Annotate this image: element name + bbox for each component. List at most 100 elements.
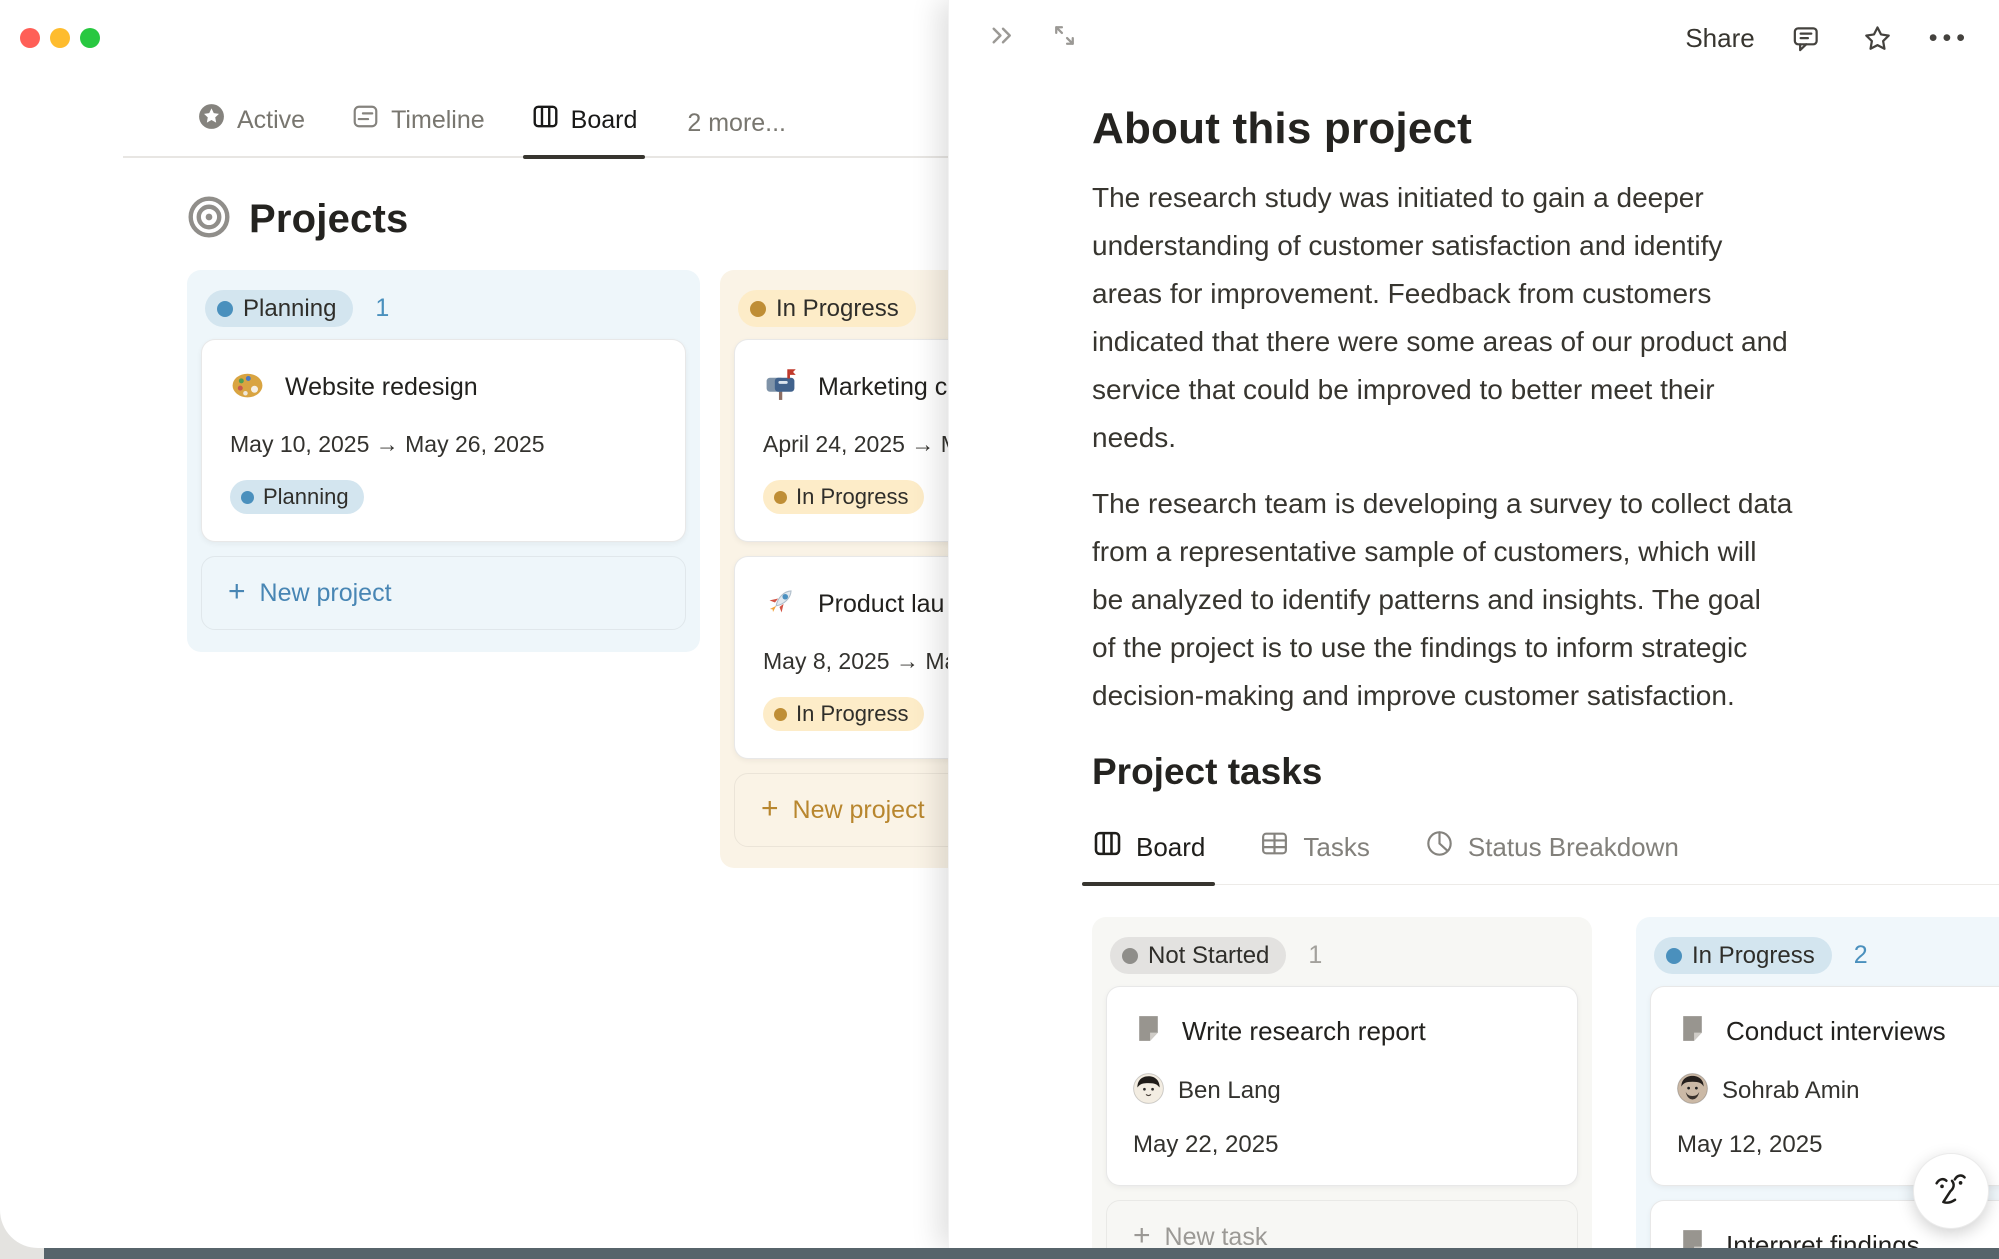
star-circle-icon: [197, 102, 226, 138]
assignee-name: Ben Lang: [1178, 1077, 1281, 1105]
fullscreen-button[interactable]: [80, 28, 100, 48]
tag-label: In Progress: [796, 701, 909, 727]
page-header: Projects: [186, 194, 408, 245]
new-task-label: New task: [1165, 1223, 1268, 1249]
pie-chart-icon: [1424, 828, 1455, 866]
plus-icon: +: [761, 794, 779, 824]
status-dot: [774, 708, 787, 721]
card-title: Website redesign: [285, 373, 478, 402]
favorite-star-icon[interactable]: [1857, 17, 1899, 59]
more-options-icon[interactable]: •••: [1929, 26, 1970, 51]
card-status-tag: In Progress: [763, 697, 924, 731]
tasks-board: Not Started 1 Write research report Ben …: [1092, 917, 1999, 1248]
target-icon: [186, 194, 232, 245]
new-project-label: New project: [793, 796, 925, 825]
tab-label: Timeline: [391, 106, 485, 135]
share-button[interactable]: Share: [1685, 23, 1754, 54]
card-title: Conduct interviews: [1726, 1016, 1946, 1047]
tasks-tab-board[interactable]: Board: [1092, 828, 1205, 884]
status-pill-not-started[interactable]: Not Started: [1110, 937, 1286, 974]
board-column-planning: Planning 1 Website redesign May 10, 2025…: [187, 270, 700, 652]
close-button[interactable]: [20, 28, 40, 48]
tab-more-views[interactable]: 2 more...: [683, 109, 786, 156]
tab-label: Active: [237, 106, 305, 135]
new-project-label: New project: [260, 579, 392, 608]
notion-window: Active Timeline Board 2 more... Projects…: [0, 0, 1999, 1248]
rocket-icon: [763, 584, 798, 624]
tab-label: Board: [1136, 832, 1205, 863]
tasks-tab-tasks[interactable]: Tasks: [1259, 828, 1369, 884]
tag-label: In Progress: [796, 484, 909, 510]
card-status-tag: Planning: [230, 480, 364, 514]
status-label: In Progress: [1692, 942, 1815, 970]
view-tabs-bar: Active Timeline Board 2 more...: [123, 102, 948, 158]
column-count: 1: [375, 294, 389, 323]
plus-icon: +: [228, 577, 246, 607]
tab-label: Tasks: [1303, 832, 1369, 863]
timeline-icon: [351, 102, 380, 138]
side-peek-panel: Share ••• About this project The researc…: [948, 0, 1999, 1248]
notion-ai-button[interactable]: [1913, 1153, 1989, 1229]
status-dot: [1666, 948, 1682, 964]
tasks-view-tabs: Board Tasks Status Breakdown: [1092, 828, 1999, 885]
avatar-ben-lang: [1133, 1073, 1164, 1109]
card-status-tag: In Progress: [763, 480, 924, 514]
page-icon: [1677, 1013, 1708, 1049]
tab-label: Board: [571, 106, 638, 135]
window-controls: [20, 28, 100, 48]
ai-face-icon: [1929, 1167, 1973, 1216]
panel-content: About this project The research study wa…: [949, 76, 1999, 1248]
page-icon: [1133, 1013, 1164, 1049]
new-project-button[interactable]: + New project: [201, 556, 686, 630]
board-icon: [531, 102, 560, 138]
tab-label: Status Breakdown: [1468, 832, 1679, 863]
column-count: 1: [1308, 941, 1322, 970]
status-dot: [750, 301, 766, 317]
board-icon: [1092, 828, 1123, 866]
card-date-range: May 10, 2025 → May 26, 2025: [230, 431, 657, 458]
new-task-button[interactable]: + New task: [1106, 1200, 1578, 1248]
status-dot: [774, 491, 787, 504]
task-card-write-research-report[interactable]: Write research report Ben Lang May 22, 2…: [1106, 986, 1578, 1186]
status-pill-in-progress[interactable]: In Progress: [1654, 937, 1832, 974]
page-title: Projects: [249, 197, 408, 242]
expand-page-icon[interactable]: [1043, 14, 1085, 56]
collapse-panel-icon[interactable]: [981, 14, 1023, 56]
about-heading: About this project: [1092, 102, 1999, 156]
plus-icon: +: [1133, 1221, 1151, 1248]
minimize-button[interactable]: [50, 28, 70, 48]
assignee-name: Sohrab Amin: [1722, 1077, 1859, 1105]
status-dot: [1122, 948, 1138, 964]
page-icon: [1677, 1227, 1708, 1248]
status-dot: [217, 301, 233, 317]
comments-icon[interactable]: [1785, 17, 1827, 59]
card-title: Interpret findings: [1726, 1230, 1920, 1249]
column-header: Planning 1: [199, 282, 688, 339]
column-header: Not Started 1: [1104, 929, 1580, 986]
column-header: In Progress 2: [1648, 929, 1999, 986]
project-card-website-redesign[interactable]: Website redesign May 10, 2025 → May 26, …: [201, 339, 686, 542]
status-pill-in-progress[interactable]: In Progress: [738, 290, 916, 327]
mailbox-icon: [763, 367, 798, 407]
about-paragraph-1: The research study was initiated to gain…: [1092, 174, 1992, 462]
table-icon: [1259, 828, 1290, 866]
tab-board[interactable]: Board: [531, 102, 638, 156]
status-pill-planning[interactable]: Planning: [205, 290, 353, 327]
card-title: Marketing c: [818, 373, 947, 402]
palette-icon: [230, 367, 265, 407]
status-label: In Progress: [776, 295, 899, 323]
project-tasks-heading: Project tasks: [1092, 750, 1999, 794]
tasks-column-not-started: Not Started 1 Write research report Ben …: [1092, 917, 1592, 1248]
tag-label: Planning: [263, 484, 349, 510]
avatar-sohrab-amin: [1677, 1073, 1708, 1109]
status-dot: [241, 491, 254, 504]
status-label: Not Started: [1148, 942, 1269, 970]
tab-active[interactable]: Active: [197, 102, 305, 156]
card-title: Write research report: [1182, 1016, 1426, 1047]
tab-timeline[interactable]: Timeline: [351, 102, 485, 156]
panel-toolbar: Share •••: [949, 0, 1999, 76]
tasks-tab-status-breakdown[interactable]: Status Breakdown: [1424, 828, 1679, 884]
column-count: 2: [1854, 941, 1868, 970]
card-date: May 22, 2025: [1133, 1131, 1551, 1159]
status-label: Planning: [243, 295, 336, 323]
